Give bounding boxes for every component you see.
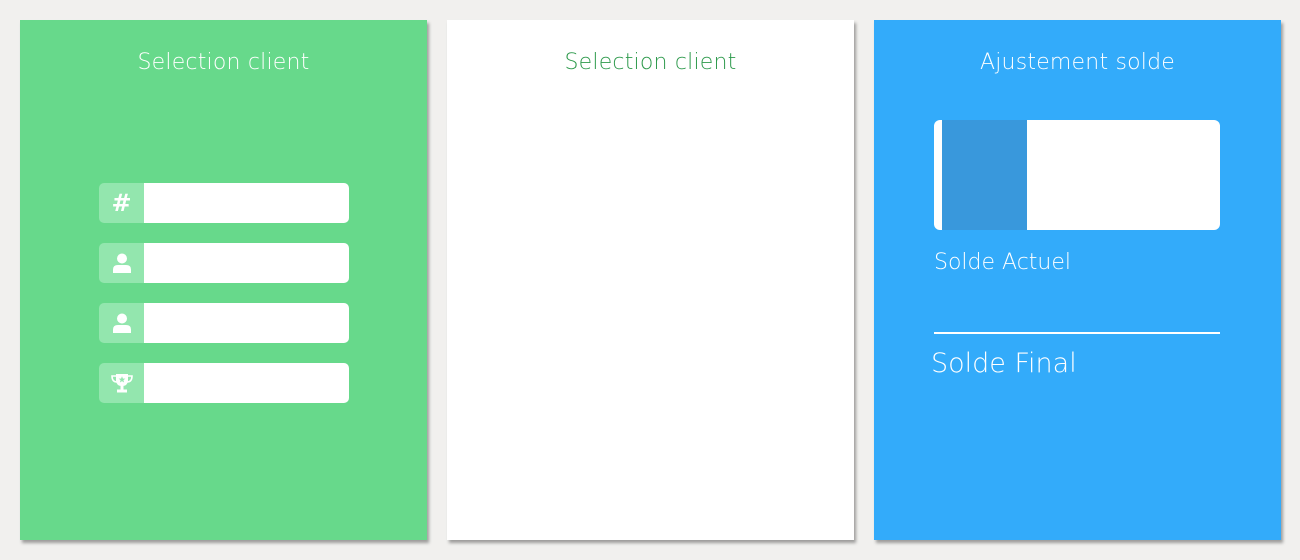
balance-input-box [934, 120, 1220, 230]
hash-icon: # [99, 183, 144, 223]
client-selection-form-card: Selection client # [20, 20, 427, 540]
client-last-name-field [99, 243, 349, 283]
balance-adjustment-input[interactable] [1027, 120, 1220, 230]
card-title: Selection client [137, 50, 310, 75]
final-balance-label: Solde Final [931, 348, 1077, 379]
client-points-input[interactable] [144, 363, 349, 403]
client-last-name-input[interactable] [144, 243, 349, 283]
client-points-field [99, 363, 349, 403]
card-title: Selection client [564, 50, 737, 75]
balance-divider [934, 332, 1220, 334]
balance-accent-block [942, 120, 1027, 230]
balance-adjustment-card: Ajustement solde Solde Actuel Solde Fina… [874, 20, 1281, 540]
client-first-name-field [99, 303, 349, 343]
client-selection-results-card: Selection client [447, 20, 854, 540]
card-title: Ajustement solde [980, 50, 1175, 75]
user-icon [99, 243, 144, 283]
user-icon [99, 303, 144, 343]
client-id-field: # [99, 183, 349, 223]
hash-glyph: # [111, 189, 132, 217]
client-id-input[interactable] [144, 183, 349, 223]
client-first-name-input[interactable] [144, 303, 349, 343]
current-balance-label: Solde Actuel [934, 250, 1072, 275]
trophy-icon [99, 363, 144, 403]
